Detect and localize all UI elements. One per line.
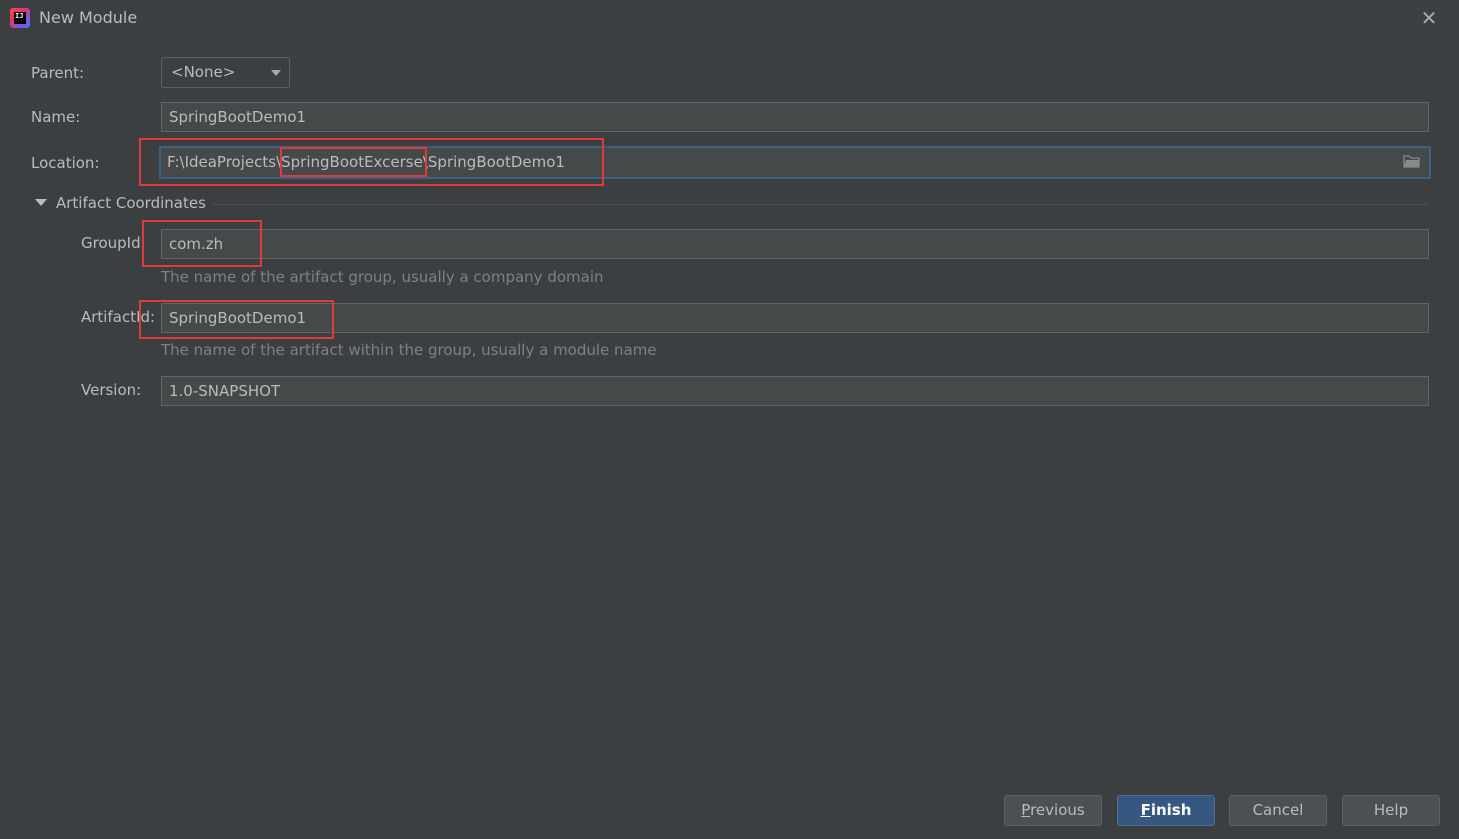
name-input-value: SpringBootDemo1 (169, 108, 307, 126)
title-bar: IJ New Module ✕ (0, 0, 1459, 36)
group-id-label: GroupId (81, 234, 141, 252)
finish-mnemonic: F (1140, 801, 1151, 819)
triangle-down-icon[interactable] (35, 199, 47, 206)
previous-button[interactable]: Previous (1004, 795, 1102, 826)
artifact-id-value: SpringBootDemo1 (169, 309, 307, 327)
parent-label: Parent: (31, 64, 85, 82)
finish-label: inish (1150, 801, 1192, 819)
help-button[interactable]: Help (1342, 795, 1440, 826)
previous-label: revious (1030, 801, 1085, 819)
group-id-hint: The name of the artifact group, usually … (161, 268, 604, 286)
artifact-id-label: ArtifactId: (81, 308, 156, 326)
group-id-input[interactable]: com.zh (161, 229, 1429, 259)
parent-select[interactable]: <None> (161, 57, 290, 88)
section-separator (213, 204, 1428, 205)
dialog-title: New Module (39, 8, 138, 27)
name-label: Name: (31, 108, 81, 126)
finish-button[interactable]: Finish (1117, 795, 1215, 826)
parent-select-value: <None> (171, 63, 236, 81)
previous-mnemonic: P (1021, 801, 1031, 819)
artifact-id-hint: The name of the artifact within the grou… (161, 341, 657, 359)
close-icon[interactable]: ✕ (1418, 7, 1440, 29)
artifact-section-title[interactable]: Artifact Coordinates (56, 194, 206, 212)
version-value: 1.0-SNAPSHOT (169, 382, 281, 400)
folder-icon[interactable] (1403, 154, 1421, 168)
version-input[interactable]: 1.0-SNAPSHOT (161, 376, 1429, 406)
group-id-value: com.zh (169, 235, 224, 253)
location-label: Location: (31, 154, 100, 172)
cancel-button[interactable]: Cancel (1229, 795, 1327, 826)
new-module-dialog: IJ New Module ✕ Parent: <None> Name: Spr… (0, 0, 1459, 839)
version-label: Version: (81, 381, 142, 399)
location-input[interactable]: F:\IdeaProjects\SpringBootExcerse\Spring… (159, 146, 1431, 179)
location-highlight: SpringBootExcerse (281, 153, 423, 171)
location-prefix: F:\IdeaProjects\ (167, 153, 282, 171)
chevron-down-icon (271, 70, 281, 76)
name-input[interactable]: SpringBootDemo1 (161, 102, 1429, 132)
location-suffix: \SpringBootDemo1 (422, 153, 565, 171)
app-icon: IJ (10, 8, 30, 28)
artifact-id-input[interactable]: SpringBootDemo1 (161, 303, 1429, 333)
